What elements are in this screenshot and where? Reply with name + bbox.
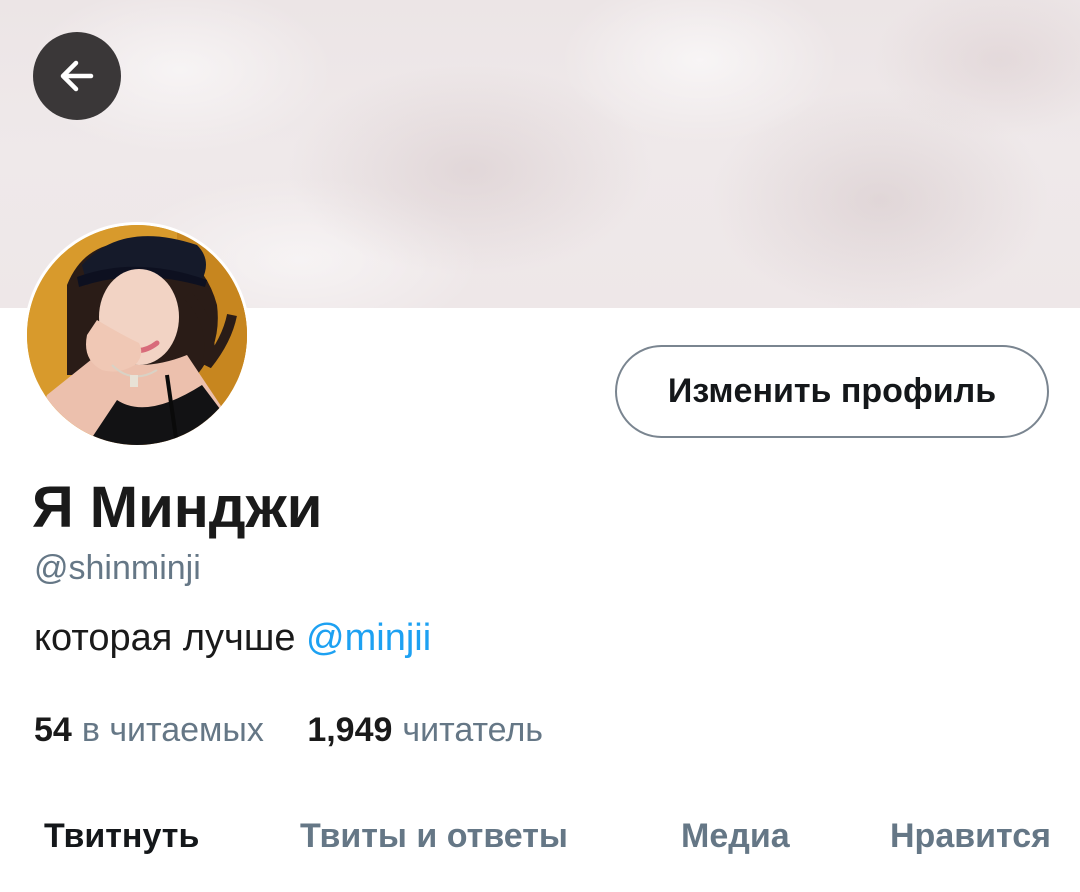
- user-handle: @shinminji: [34, 549, 201, 587]
- tab-likes[interactable]: Нравится: [890, 808, 1051, 864]
- tab-tweets[interactable]: Твитнуть: [44, 808, 199, 864]
- profile-tabs: Твитнуть Твиты и ответы Медиа Нравится: [0, 808, 1080, 868]
- bio-mention-link[interactable]: @minjii: [306, 617, 431, 659]
- arrow-left-icon: [60, 60, 94, 92]
- followers-stat[interactable]: 1,949 читатель: [307, 707, 543, 753]
- followers-count: 1,949: [307, 711, 393, 749]
- followers-label: читатель: [402, 711, 544, 749]
- edit-profile-button[interactable]: Изменить профиль: [615, 345, 1049, 438]
- avatar[interactable]: [24, 222, 250, 448]
- following-stat[interactable]: 54 в читаемых: [34, 707, 264, 753]
- profile-photo: [27, 225, 247, 445]
- bio-text: которая лучше: [34, 617, 296, 659]
- bio: которая лучше @minjii: [34, 614, 431, 662]
- tab-media[interactable]: Медиа: [681, 808, 790, 864]
- profile-screen: Изменить профиль Я Минджи @shinminji кот…: [0, 0, 1080, 892]
- following-label: в читаемых: [81, 711, 264, 749]
- following-count: 54: [34, 711, 72, 749]
- display-name: Я Минджи: [32, 475, 323, 540]
- profile-stats: 54 в читаемых 1,949 читатель: [34, 707, 543, 753]
- tab-tweets-and-replies[interactable]: Твиты и ответы: [300, 808, 568, 864]
- back-button[interactable]: [33, 32, 121, 120]
